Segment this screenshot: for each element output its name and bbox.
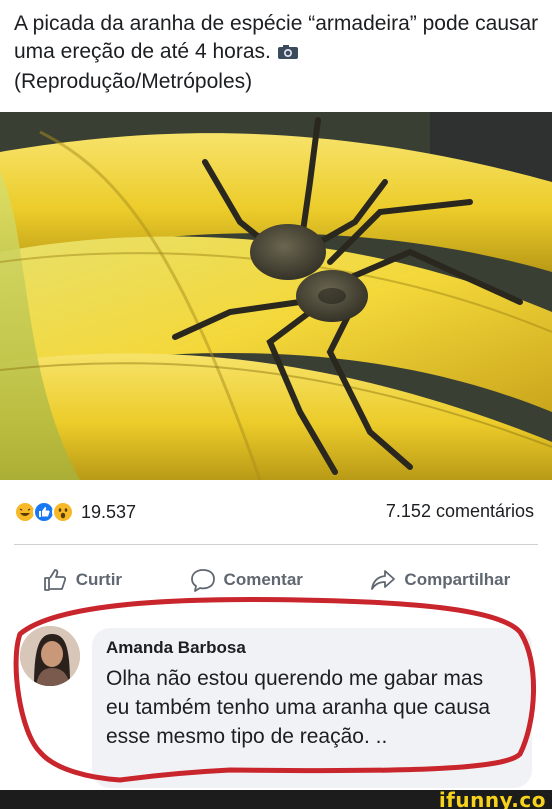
comment-bubble: Amanda Barbosa Olha não estou querendo m… xyxy=(92,628,532,788)
avatar[interactable] xyxy=(20,626,80,686)
share-button[interactable]: Compartilhar xyxy=(370,567,510,593)
post-actions-bar: Curtir Comentar Compartilhar xyxy=(0,562,552,598)
caption-source: (Reprodução/Metrópoles) xyxy=(14,70,253,93)
ifunny-watermark: ifunny.co xyxy=(438,788,546,809)
share-label: Compartilhar xyxy=(404,570,511,589)
comment-text: Olha não estou querendo me gabar mas eu … xyxy=(106,667,491,748)
share-arrow-icon xyxy=(370,567,396,593)
comment-button[interactable]: Comentar xyxy=(190,567,303,593)
post-caption: A picada da aranha de espécie “armadeira… xyxy=(14,10,542,96)
footer-bar: ifunny.co xyxy=(0,788,552,809)
comment-author[interactable]: Amanda Barbosa xyxy=(106,638,518,658)
spider-on-bananas-image xyxy=(0,112,552,480)
reactions-count: 19.537 xyxy=(81,501,137,522)
wow-emoji-icon xyxy=(52,501,74,523)
divider xyxy=(14,544,538,545)
camera-icon xyxy=(277,40,299,68)
comment-label: Comentar xyxy=(223,570,303,589)
like-button[interactable]: Curtir xyxy=(42,567,122,593)
reaction-summary[interactable]: 19.537 xyxy=(14,498,136,526)
speech-bubble-icon xyxy=(190,567,216,593)
like-label: Curtir xyxy=(75,570,123,589)
post-photo[interactable] xyxy=(0,112,552,480)
thumbs-up-icon xyxy=(42,567,68,593)
comment: Amanda Barbosa Olha não estou querendo m… xyxy=(0,600,552,790)
comments-count[interactable]: 7.152 comentários xyxy=(386,501,534,522)
